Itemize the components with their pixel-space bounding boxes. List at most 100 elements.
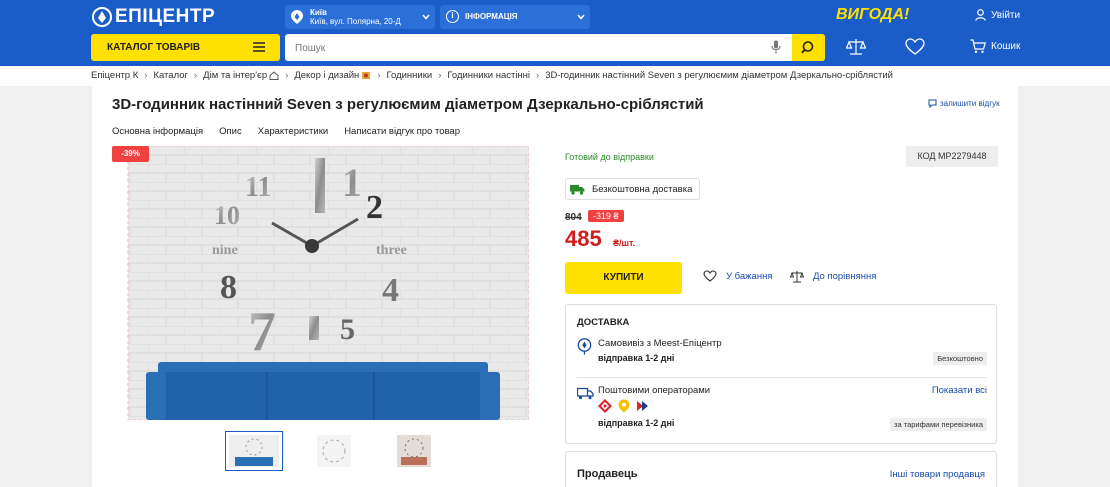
breadcrumb-item[interactable]: Годинники [386,70,432,81]
breadcrumb-item[interactable]: Дім та інтер'єр [203,70,267,81]
user-icon [975,9,986,21]
leave-review-label: залишити відгук [940,99,1000,108]
search-input[interactable] [295,40,755,56]
breadcrumb: Епіцентр К › Каталог › Дім та інтер'єр › Д… [0,66,1110,86]
carrier-logos [598,399,650,413]
comment-icon [928,99,937,108]
location-pin-icon [291,10,303,24]
clock-numeral: 1 [342,160,362,205]
breadcrumb-item[interactable]: Годинники настінні [447,70,530,81]
home-icon [269,71,279,80]
search-bar [285,34,825,61]
login-button[interactable]: Увійти [975,9,1020,21]
product-tabs: Основна інформація Опис Характеристики Н… [112,126,460,137]
delivery-option-tag: Безкоштовно [933,352,987,365]
discount-amount: -319 ₴ [588,210,624,222]
thumbnail-strip [225,431,443,471]
wishlist-label: У бажання [726,270,773,282]
product-code: КОД MP2279448 [906,146,998,167]
old-price: 804 [565,212,582,223]
price-unit: ₴/шт. [613,238,636,248]
thumbnail-image [317,435,351,467]
breadcrumb-separator: › [377,70,381,81]
add-to-compare-button[interactable]: До порівняння [790,270,876,283]
breadcrumb-item[interactable]: Епіцентр К [91,70,138,81]
breadcrumb-current: 3D-годинник настінний Seven з регулюємим… [545,70,893,81]
clock-word: three [376,243,407,258]
breadcrumb-separator: › [438,70,442,81]
clock-numeral: 11 [245,172,271,203]
tab-main-info[interactable]: Основна інформація [112,126,203,137]
tab-description[interactable]: Опис [219,126,242,137]
truck-icon [570,184,585,195]
decor-icon [362,72,371,79]
pickup-pin-icon [577,338,592,355]
free-shipping-badge: Безкоштовна доставка [565,178,701,200]
chevron-down-icon [577,14,585,20]
nova-poshta-logo-icon [598,399,612,413]
product-image-gallery[interactable]: -39% 11 1 2 10 nine three 8 4 7 5 [112,146,529,420]
tab-specs[interactable]: Характеристики [258,126,328,137]
location-address: Київ, вул. Полярна, 20-Д [310,17,401,26]
current-price: 485 [565,226,602,251]
promo-link[interactable]: ВИГОДА! [836,6,909,24]
thumbnail-image [397,435,431,467]
cart-icon [970,39,986,53]
catalog-label: КАТАЛОГ ТОВАРІВ [107,42,201,53]
breadcrumb-item[interactable]: Каталог [153,70,188,81]
compare-scales-icon[interactable] [846,38,866,56]
logo-text: ЕПІЦЕНТР [115,6,216,27]
menu-icon [253,42,265,52]
breadcrumb-separator: › [285,70,289,81]
thumbnail[interactable] [385,431,443,471]
catalog-button[interactable]: КАТАЛОГ ТОВАРІВ [91,34,280,61]
product-image: 11 1 2 10 nine three 8 4 7 5 [127,146,529,420]
tab-write-review[interactable]: Написати відгук про товар [344,126,460,137]
microphone-icon[interactable] [771,40,781,54]
info-icon: i [446,10,459,23]
show-all-carriers-link[interactable]: Показати всі [932,385,987,396]
heart-icon[interactable] [905,38,925,56]
clock-numeral: 7 [248,301,276,363]
login-label: Увійти [991,9,1021,21]
breadcrumb-separator: › [144,70,148,81]
thumbnail-image [229,435,279,467]
thumbnail[interactable] [305,431,363,471]
site-logo[interactable]: ЕПІЦЕНТР [92,6,215,28]
search-icon [801,41,814,54]
clock-numeral: 2 [366,189,383,226]
search-button[interactable] [792,34,825,61]
delivery-option-name: Поштовими операторами [598,385,711,396]
page-title: 3D-годинник настінний Seven з регулюємим… [112,96,704,113]
delivery-option: Самовивіз з Meest-Епіцентр відправка 1-2… [577,338,987,378]
heart-icon [703,270,717,282]
truck-icon [577,387,594,400]
seller-heading: Продавець [577,468,638,480]
breadcrumb-separator: › [193,70,198,81]
availability-status: Готовий до відправки [565,152,654,162]
discount-badge: -39% [112,146,149,162]
leave-review-link[interactable]: залишити відгук [928,99,1000,108]
breadcrumb-item[interactable]: Декор і дизайн [294,70,359,81]
seller-other-products-link[interactable]: Інші товари продавця [890,469,985,480]
clock-numeral: 8 [220,269,237,306]
delivery-option-time: відправка 1-2 дні [598,418,675,428]
location-city: Київ [310,8,327,17]
seller-panel: Продавець Інші товари продавця [565,451,997,487]
delivery-option-name: Самовивіз з Meest-Епіцентр [598,338,722,349]
location-selector[interactable]: Київ Київ, вул. Полярна, 20-Д [285,5,435,29]
cart-button[interactable]: Кошик [970,39,1020,54]
clock-numeral: 4 [382,272,399,309]
buy-button[interactable]: КУПИТИ [565,262,682,294]
chevron-down-icon [422,14,430,20]
compare-scales-icon [790,271,804,283]
thumbnail[interactable] [225,431,283,471]
delivery-heading: ДОСТАВКА [577,317,630,328]
info-dropdown[interactable]: i ІНФОРМАЦІЯ [440,5,590,29]
clock-numeral: 10 [214,201,240,230]
meest-logo-icon [637,401,648,411]
add-to-wishlist-button[interactable]: У бажання [703,270,772,282]
product-page: 3D-годинник настінний Seven з регулюємим… [92,86,1018,487]
free-shipping-label: Безкоштовна доставка [592,183,693,195]
site-header: ЕПІЦЕНТР Київ Київ, вул. Полярна, 20-Д i… [0,0,1110,66]
